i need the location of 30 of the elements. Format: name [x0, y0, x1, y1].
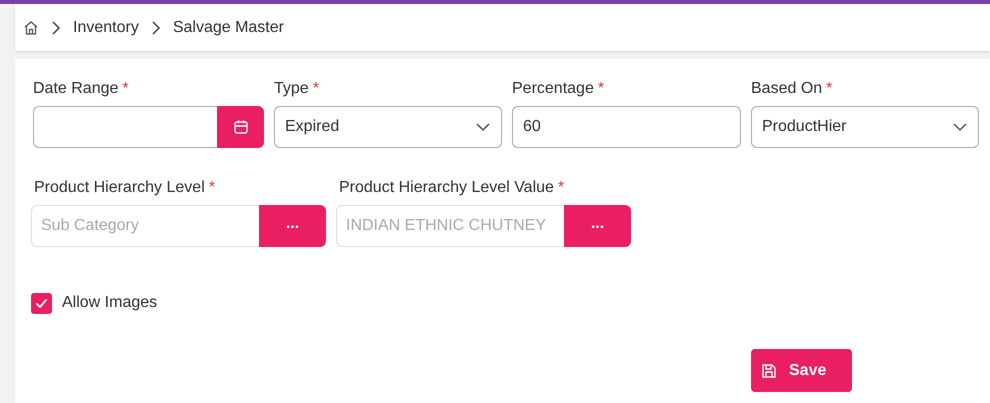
field-label: Product Hierarchy Level: [34, 179, 205, 196]
chevron-right-icon: [150, 20, 161, 36]
percentage-field[interactable]: 60: [512, 106, 741, 148]
field-label: Type: [274, 80, 309, 97]
date-field[interactable]: [33, 106, 217, 148]
field-label: Based On: [751, 80, 822, 97]
required-mark: *: [826, 80, 832, 97]
chevron-down-icon: [475, 122, 491, 132]
save-icon: [761, 362, 777, 378]
chevron-right-icon: [51, 20, 61, 36]
check-icon: [35, 298, 48, 308]
checkbox[interactable]: [31, 292, 52, 314]
checkbox-label: Allow Images: [62, 293, 158, 313]
chevron-down-icon: [952, 122, 968, 132]
required-mark: *: [598, 80, 604, 97]
field-label: Product Hierarchy Level Value: [339, 179, 554, 196]
calendar-button[interactable]: [217, 106, 264, 148]
required-mark: *: [558, 179, 564, 196]
breadcrumb-link[interactable]: Salvage Master: [172, 16, 284, 40]
required-mark: *: [208, 179, 215, 196]
breadcrumb-link[interactable]: Inventory: [73, 16, 139, 40]
dropdown[interactable]: ProductHier: [751, 106, 979, 148]
required-mark: *: [122, 80, 129, 97]
field-label: Percentage: [512, 80, 594, 97]
field-label: Date Range: [33, 80, 118, 97]
save-button[interactable]: Save: [751, 349, 852, 392]
required-mark: *: [312, 80, 319, 97]
calendar-icon: [232, 119, 248, 135]
dropdown[interactable]: Expired: [274, 106, 502, 148]
home-icon[interactable]: [23, 20, 39, 36]
